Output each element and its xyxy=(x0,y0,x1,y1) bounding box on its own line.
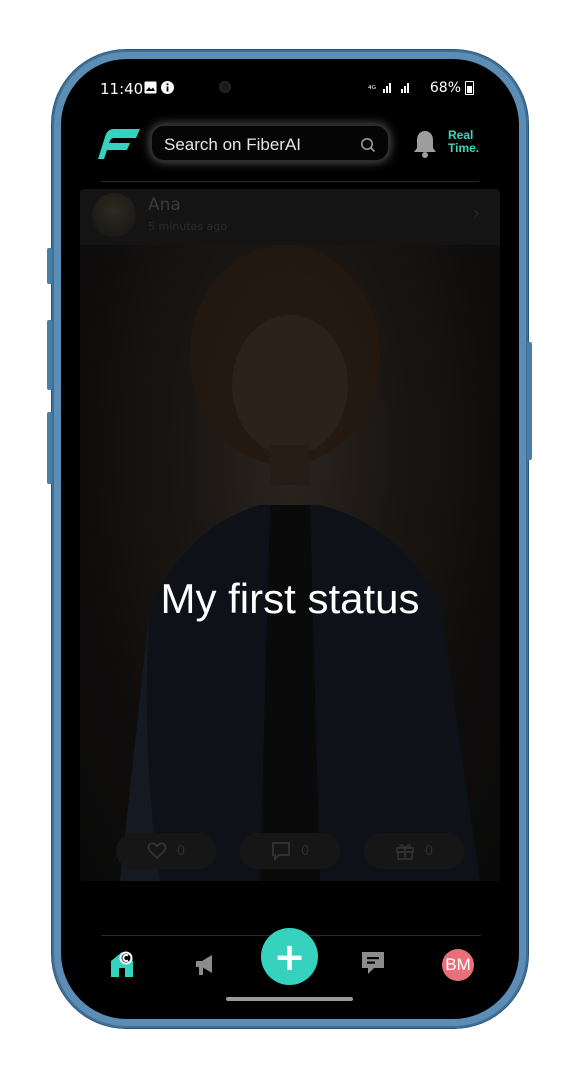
comment-icon xyxy=(271,842,290,861)
bell-icon[interactable] xyxy=(412,129,438,159)
search-placeholder: Search on FiberAI xyxy=(164,135,302,154)
profile-avatar[interactable]: BM xyxy=(442,949,474,981)
front-camera xyxy=(219,81,231,93)
post-card[interactable]: Ana 5 minutes ago › My first status 0 0 … xyxy=(80,189,500,881)
heart-icon xyxy=(147,842,167,860)
comment-count: 0 xyxy=(300,843,310,859)
search-icon[interactable] xyxy=(360,137,376,153)
post-header: Ana 5 minutes ago › xyxy=(80,189,500,245)
status-text: My first status xyxy=(160,575,420,622)
comment-button[interactable]: 0 xyxy=(240,833,340,869)
gift-count: 0 xyxy=(424,843,434,859)
add-post-button[interactable]: + xyxy=(261,928,318,985)
status-right: ⁴ᴳ 68% xyxy=(368,80,474,96)
divider xyxy=(101,181,479,182)
side-button xyxy=(47,320,52,390)
battery-percent: 68% xyxy=(429,80,461,96)
signal-icon: ⁴ᴳ xyxy=(368,83,409,95)
side-button xyxy=(47,412,52,484)
status-time: 11:40 xyxy=(100,80,144,98)
post-actions: 0 0 0 xyxy=(80,833,500,873)
side-button xyxy=(527,342,532,460)
author-avatar[interactable] xyxy=(92,193,136,237)
megaphone-icon[interactable] xyxy=(194,953,216,977)
post-image: My first status 0 0 0 xyxy=(80,245,500,881)
gift-icon xyxy=(396,844,414,860)
app-header: Search on FiberAI Real Time. xyxy=(61,121,519,181)
like-count: 0 xyxy=(176,843,186,859)
svg-text:⁴ᴳ: ⁴ᴳ xyxy=(368,85,376,95)
fiberai-logo[interactable] xyxy=(98,125,142,163)
chevron-right-icon[interactable]: › xyxy=(473,203,480,224)
info-icon xyxy=(161,81,174,94)
home-indicator[interactable] xyxy=(226,997,353,1001)
gift-button[interactable]: 0 xyxy=(364,833,464,869)
like-button[interactable]: 0 xyxy=(116,833,216,869)
messages-icon[interactable] xyxy=(360,950,386,978)
side-button xyxy=(47,248,52,284)
screen: 11:40 ⁴ᴳ 68% Search on FiberAI Real Time… xyxy=(61,59,519,1019)
post-time: 5 minutes ago xyxy=(148,220,227,233)
search-input[interactable]: Search on FiberAI xyxy=(150,124,390,162)
bottom-nav: + BM xyxy=(61,924,519,1004)
realtime-badge[interactable]: Real Time. xyxy=(448,129,479,155)
home-icon[interactable] xyxy=(109,949,135,979)
plus-icon: + xyxy=(273,934,306,979)
battery-icon xyxy=(465,81,474,95)
author-name[interactable]: Ana xyxy=(148,195,181,215)
status-bar: 11:40 ⁴ᴳ 68% xyxy=(61,59,519,121)
gallery-icon xyxy=(144,81,157,94)
woman-photo xyxy=(120,245,480,881)
realtime-line2: Time. xyxy=(448,141,480,155)
